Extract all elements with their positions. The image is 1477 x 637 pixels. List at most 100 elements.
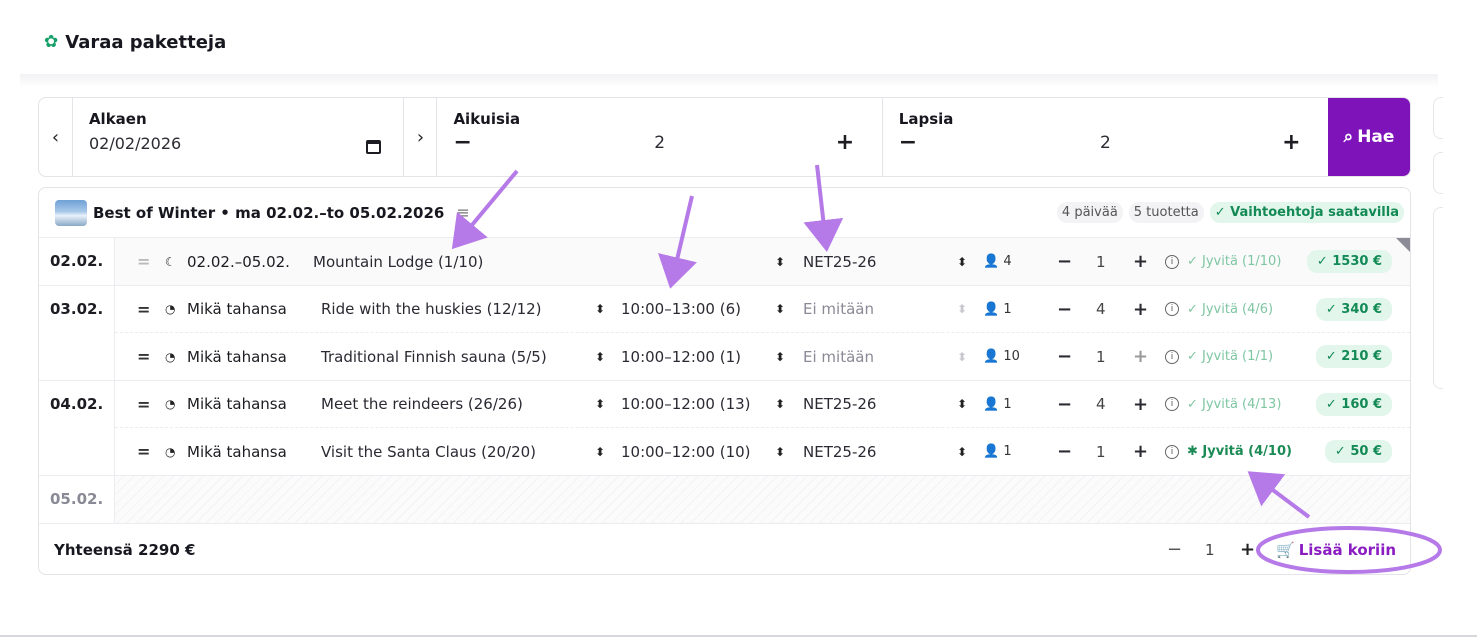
- info-icon[interactable]: i: [1165, 397, 1179, 411]
- chevron-updown-icon[interactable]: ⬍: [775, 445, 785, 459]
- cart-qty-minus-button[interactable]: −: [1167, 539, 1182, 560]
- day-row: 04.02. = ◔ Mikä tahansa Meet the reindee…: [39, 380, 1410, 475]
- product-row: = ◔ Mikä tahansa Ride with the huskies (…: [115, 286, 1410, 333]
- guest-count: 👤 4: [983, 254, 1012, 269]
- drag-handle-icon[interactable]: =: [137, 252, 150, 271]
- clock-icon: ◔: [165, 349, 176, 364]
- total-price: Yhteensä 2290 €: [54, 540, 196, 559]
- availability-badge: ✓ Vaihtoehtoja saatavilla: [1209, 202, 1404, 223]
- chevron-updown-icon[interactable]: ⬍: [775, 350, 785, 364]
- children-count[interactable]: 2: [929, 133, 1282, 153]
- rate-select[interactable]: Ei mitään: [803, 300, 874, 318]
- drag-handle-icon[interactable]: =: [137, 300, 150, 319]
- chevron-updown-icon[interactable]: ⬍: [957, 255, 967, 269]
- reserve-link[interactable]: ✱ Jyvitä (4/10): [1187, 444, 1292, 459]
- product-time-type: Mikä tahansa: [187, 347, 287, 366]
- children-field: Lapsia − 2 +: [883, 98, 1328, 176]
- info-icon[interactable]: i: [1165, 254, 1179, 269]
- info-icon[interactable]: i: [1165, 302, 1179, 316]
- reserve-link[interactable]: ✓ Jyvitä (4/13): [1187, 397, 1281, 412]
- cart-icon: 🛒: [1276, 540, 1295, 559]
- reserve-link[interactable]: ✓ Jyvitä (4/6): [1187, 302, 1273, 317]
- price-badge: ✓ 1530 €: [1306, 250, 1392, 273]
- children-minus-button[interactable]: −: [899, 132, 929, 154]
- search-button[interactable]: ⌕ Hae: [1328, 98, 1410, 176]
- guest-count-value: 1: [1003, 444, 1012, 459]
- package-card: Best of Winter • ma 02.02.–to 05.02.2026…: [38, 187, 1411, 575]
- chevron-updown-icon[interactable]: ⬍: [957, 302, 967, 316]
- time-select[interactable]: 10:00–12:00 (13): [621, 395, 751, 413]
- qty-plus-button[interactable]: +: [1133, 251, 1148, 272]
- qty-plus-button[interactable]: +: [1133, 441, 1148, 462]
- chevron-updown-icon[interactable]: ⬍: [957, 350, 967, 364]
- chevron-updown-icon[interactable]: ⬍: [957, 397, 967, 411]
- qty-plus-button[interactable]: +: [1133, 346, 1148, 367]
- rate-select[interactable]: NET25-26: [803, 395, 876, 413]
- drag-handle-icon[interactable]: =: [137, 442, 150, 461]
- search-bar: ‹ Alkaen 02/02/2026 › Aikuisia − 2 + Lap…: [38, 97, 1411, 177]
- add-to-cart-label: Lisää koriin: [1298, 540, 1397, 559]
- info-icon[interactable]: i: [1165, 349, 1179, 364]
- rate-select[interactable]: NET25-26: [803, 443, 876, 461]
- date-input[interactable]: 02/02/2026: [89, 134, 388, 153]
- menu-icon[interactable]: ≡: [456, 203, 469, 222]
- reserve-link[interactable]: ✓ Jyvitä (1/1): [1187, 349, 1273, 364]
- prev-date-button[interactable]: ‹: [39, 98, 73, 176]
- qty-value: 1: [1096, 252, 1106, 271]
- price-badge: ✓ 340 €: [1315, 297, 1392, 321]
- price-badge: ✓ 50 €: [1324, 440, 1392, 463]
- cart-qty-plus-button[interactable]: +: [1240, 539, 1255, 560]
- calendar-icon[interactable]: [366, 140, 382, 154]
- package-thumbnail: [55, 199, 87, 226]
- chevron-updown-icon[interactable]: ⬍: [595, 302, 605, 316]
- qty-value: 1: [1096, 347, 1106, 366]
- chevron-updown-icon[interactable]: ⬍: [775, 397, 785, 411]
- product-name: Mountain Lodge (1/10): [313, 252, 484, 271]
- guest-count: 👤 10: [983, 349, 1020, 364]
- qty-minus-button[interactable]: −: [1057, 251, 1072, 272]
- qty-plus-button[interactable]: +: [1133, 299, 1148, 320]
- day-row: 03.02. = ◔ Mikä tahansa Ride with the hu…: [39, 285, 1410, 380]
- products-badge: 5 tuotetta: [1128, 202, 1204, 223]
- days-badge: 4 päivää: [1056, 202, 1123, 223]
- chevron-updown-icon[interactable]: ⬍: [595, 350, 605, 364]
- qty-minus-button[interactable]: −: [1057, 441, 1072, 462]
- search-icon: ⌕: [1343, 127, 1354, 147]
- add-to-cart-button[interactable]: 🛒 Lisää koriin: [1276, 541, 1396, 559]
- guest-count-value: 1: [1003, 301, 1012, 317]
- product-time-type: Mikä tahansa: [187, 442, 287, 461]
- day-date: 02.02.: [39, 238, 115, 285]
- day-date: 05.02.: [39, 476, 115, 523]
- adults-field: Aikuisia − 2 +: [437, 98, 883, 176]
- qty-plus-button[interactable]: +: [1133, 394, 1148, 415]
- qty-minus-button[interactable]: −: [1057, 299, 1072, 320]
- next-date-button[interactable]: ›: [403, 98, 438, 176]
- adults-minus-button[interactable]: −: [453, 132, 483, 154]
- chevron-updown-icon[interactable]: ⬍: [595, 397, 605, 411]
- adults-plus-button[interactable]: +: [836, 132, 866, 154]
- product-row: = ◔ Mikä tahansa Visit the Santa Claus (…: [115, 428, 1410, 475]
- side-panel-edge: [1433, 207, 1443, 389]
- time-select[interactable]: 10:00–12:00 (10): [621, 443, 751, 461]
- reserve-link[interactable]: ✓ Jyvitä (1/10): [1187, 254, 1281, 269]
- product-name: Traditional Finnish sauna (5/5): [321, 347, 547, 366]
- guest-count-value: 1: [1003, 396, 1012, 412]
- adults-count[interactable]: 2: [483, 133, 835, 153]
- rate-select[interactable]: Ei mitään: [803, 348, 874, 366]
- chevron-updown-icon[interactable]: ⬍: [595, 445, 605, 459]
- qty-minus-button[interactable]: −: [1057, 346, 1072, 367]
- drag-handle-icon[interactable]: =: [137, 347, 150, 366]
- info-icon[interactable]: i: [1165, 444, 1179, 459]
- chevron-updown-icon[interactable]: ⬍: [957, 445, 967, 459]
- chevron-updown-icon[interactable]: ⬍: [775, 255, 785, 269]
- drag-handle-icon[interactable]: =: [137, 395, 150, 414]
- time-select[interactable]: 10:00–13:00 (6): [621, 300, 741, 318]
- day-date: 03.02.: [39, 286, 115, 380]
- children-plus-button[interactable]: +: [1282, 132, 1312, 154]
- chevron-updown-icon[interactable]: ⬍: [775, 302, 785, 316]
- qty-minus-button[interactable]: −: [1057, 394, 1072, 415]
- product-time-type: Mikä tahansa: [187, 300, 287, 318]
- time-select[interactable]: 10:00–12:00 (1): [621, 348, 741, 366]
- date-field[interactable]: Alkaen 02/02/2026: [73, 98, 404, 176]
- rate-select[interactable]: NET25-26: [803, 253, 876, 271]
